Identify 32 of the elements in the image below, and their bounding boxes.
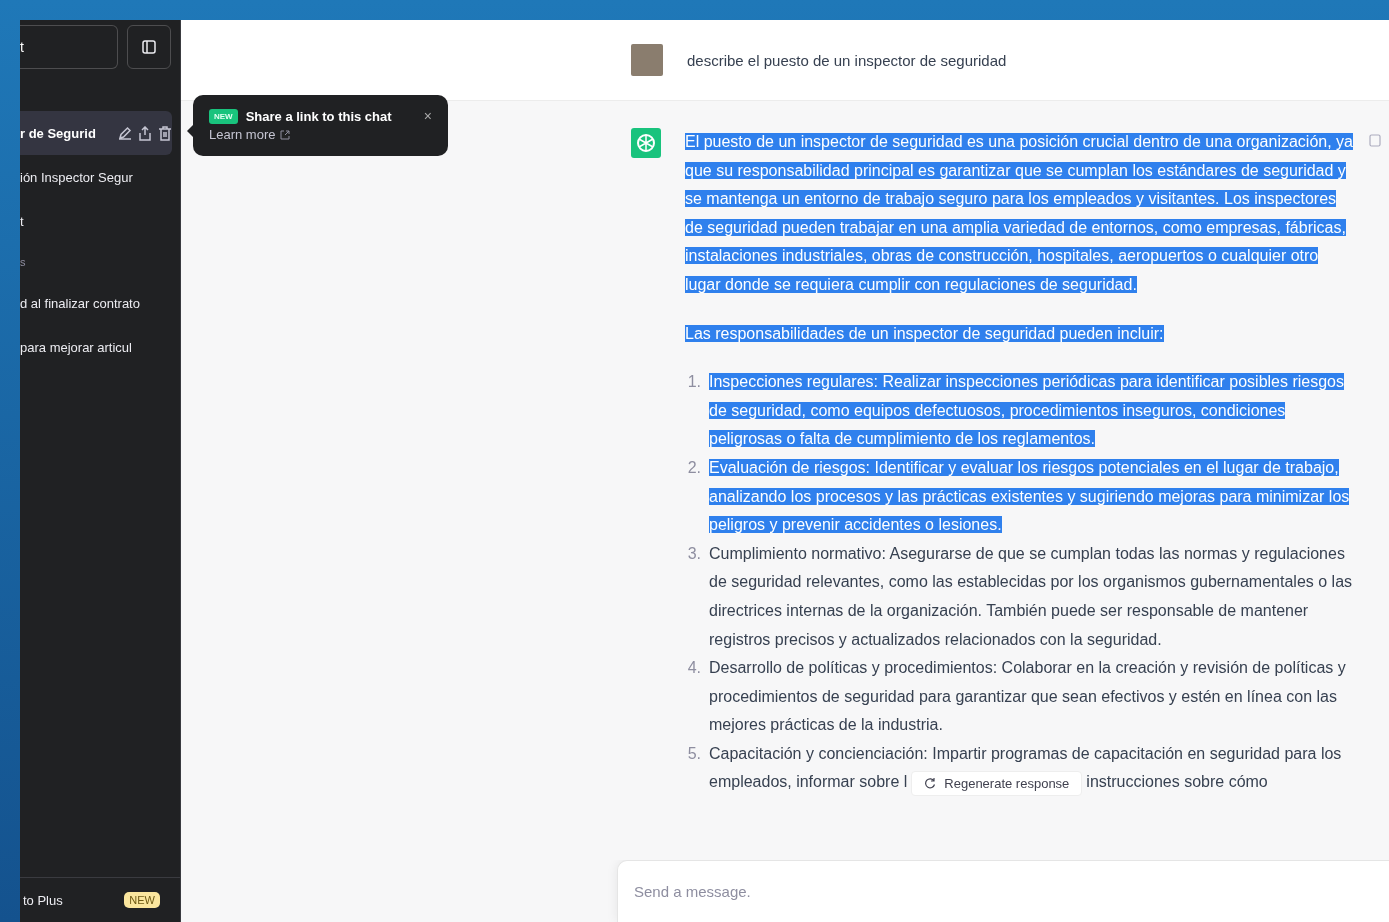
external-link-icon	[280, 129, 291, 140]
date-heading: s	[20, 255, 27, 270]
new-badge: NEW	[209, 108, 238, 124]
sidebar-icon	[142, 40, 156, 54]
user-message: describe el puesto de un inspector de seguridad	[687, 51, 1007, 69]
sidebar-toggle-button[interactable]	[127, 25, 171, 69]
close-button[interactable]: ×	[423, 108, 432, 124]
answer-paragraph: El puesto de un inspector de seguridad es una posición crucial dentro de una organización, ya que su responsabilidad principal es garantizar que se cumplan los estándares de seguridad y se mantenga un entorno de trabajo seguro para los empleados y visitantes. Los inspectores de seguridad pueden trabajar en una amplia variedad de entornos, como empresas, fábricas, instalaciones industriales, obras de construcción, hospitales, aeropuertos o cualquier otro lugar donde se requiera cumplir con regulaciones de seguridad.	[685, 132, 1354, 295]
new-chat-button[interactable]: t	[20, 25, 118, 69]
learn-more-link[interactable]: Learn more	[209, 127, 291, 142]
share-icon[interactable]	[138, 125, 152, 141]
list-item: 4. Desarrollo de políticas y procedimientos: Colaborar en la creación y revisión de políticas y procedimientos de seguridad para garantizar que sean efectivos y estén en línea con las mejores prácticas de la industria.	[686, 658, 1347, 736]
avatar-photo-placeholder	[631, 44, 663, 76]
list-item: 3. Cumplimiento normativo: Asegurarse de que se cumplan todas las normas y regulaciones de seguridad relevantes, como las establecidas por los organismos gubernamentales o las directrices internas de la organización. También puede ser responsable de mantener registros precisos y actualizados relacionados con la seguridad.	[686, 543, 1354, 650]
tooltip-title: Share a link to this chat	[245, 108, 392, 124]
list-item: 1. Inspecciones regulares: Realizar inspecciones periódicas para identificar posibles riesgos de seguridad, como equipos defectuosos, procedimientos inseguros, condiciones peligrosas o falta de cumplimiento de los reglamentos.	[686, 372, 1345, 450]
new-badge: NEW	[124, 892, 160, 908]
list-item: 5. Capacitación y concienciación: Impartir programas de capacitación en seguridad para los empleados, informar sobre l Regenerate response instrucciones sobre cómo	[685, 739, 1357, 798]
chat-item[interactable]: para mejorar articul	[20, 325, 172, 369]
message-input[interactable]: Send a message.	[617, 860, 1389, 922]
trash-icon[interactable]	[158, 125, 172, 141]
chat-item[interactable]: d al finalizar contrato	[20, 281, 172, 325]
chat-item[interactable]: ión Inspector Segur	[20, 155, 172, 199]
list-item: 2. Evaluación de riesgos: Identificar y evaluar los riesgos potenciales en el lugar de trabajo, analizando los procesos y las prácticas existentes y sugiriendo mejoras para minimizar los peligros y prevenir accidentes o lesiones.	[686, 457, 1351, 536]
pencil-icon[interactable]	[118, 126, 132, 140]
chat-item[interactable]: r de Segurid	[20, 111, 172, 155]
refresh-icon	[924, 777, 937, 790]
upgrade-link[interactable]: to Plus	[23, 892, 63, 908]
chat-item[interactable]: t	[20, 199, 172, 243]
answer-paragraph: Las responsabilidades de un inspector de seguridad pueden incluir:	[685, 323, 1165, 344]
logo-icon	[631, 128, 661, 158]
regenerate-button[interactable]: Regenerate response	[911, 770, 1083, 796]
